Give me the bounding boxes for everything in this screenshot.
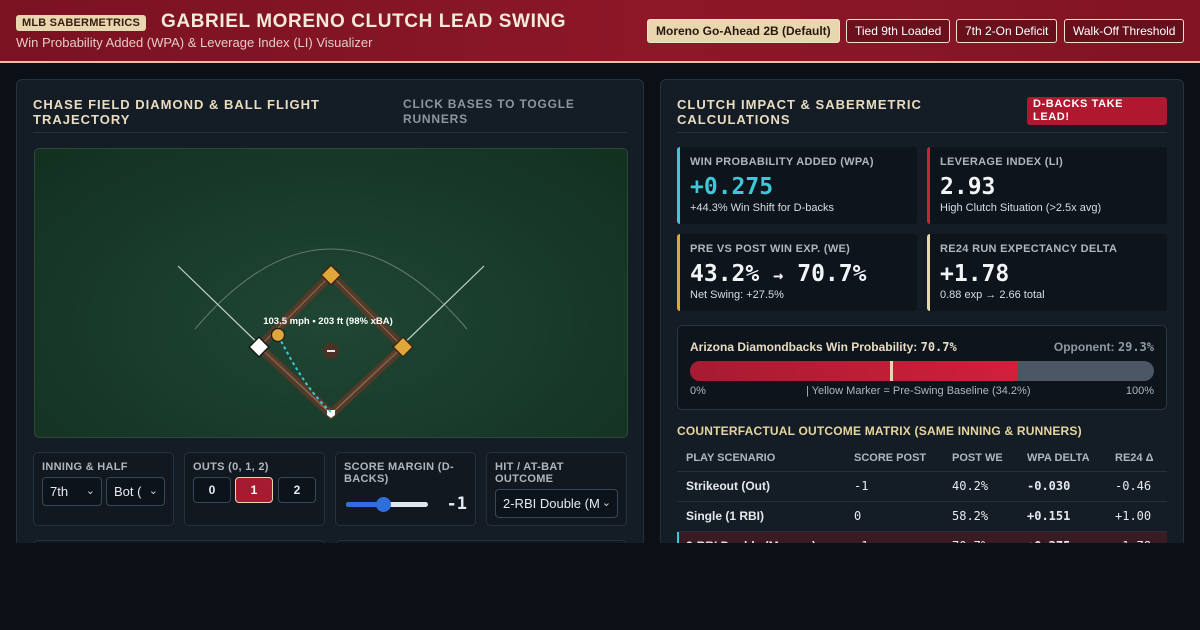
re24-delta-cell: +1.00	[1106, 501, 1167, 532]
we-label: PRE VS POST WIN EXP. (WE)	[690, 243, 851, 255]
chevron-down-icon: ⌄	[601, 497, 611, 509]
scenario-button-moreno-go-ahead[interactable]: Moreno Go-Ahead 2B (Default)	[647, 19, 840, 43]
table-row[interactable]: Single (1 RBI) 0 58.2% +0.151 +1.00	[677, 501, 1167, 532]
opponent-label: Opponent:	[1053, 340, 1115, 354]
opponent-value: 29.3%	[1117, 340, 1154, 354]
win-probability-fill	[690, 361, 1018, 381]
scale-min: 0%	[690, 385, 706, 397]
li-value: 2.93	[940, 174, 996, 200]
slider-thumb[interactable]	[376, 497, 391, 512]
diamond-panel-title: CHASE FIELD DIAMOND & BALL FLIGHT TRAJEC…	[33, 97, 320, 127]
we-value: 43.2% → 70.7%	[690, 261, 866, 287]
team-win-prob-value: 70.7%	[920, 340, 957, 354]
column-header: SCORE POST	[845, 445, 943, 472]
app-header: MLB SABERMETRICS GABRIEL MORENO CLUTCH L…	[0, 0, 1200, 63]
column-header: POST WE	[943, 445, 1018, 472]
wpa-delta-cell: -0.030	[1018, 471, 1106, 502]
chevron-down-icon: ⌄	[148, 485, 158, 497]
panel-divider	[33, 132, 627, 133]
re24-sub-pre: 0.88 exp	[940, 289, 983, 301]
score-post-cell: 0	[845, 501, 943, 532]
field-diagram: 103.5 mph • 203 ft (98% xBA)	[177, 248, 485, 421]
column-header: RE24 Δ	[1106, 445, 1167, 472]
baseline-marker	[890, 361, 893, 381]
we-pre-value: 43.2%	[690, 261, 760, 287]
re24-label: RE24 RUN EXPECTANCY DELTA	[940, 243, 1118, 255]
baseball-field: 103.5 mph • 203 ft (98% xBA)	[34, 148, 628, 438]
re24-delta-cell: -0.46	[1106, 471, 1167, 502]
page-title: GABRIEL MORENO CLUTCH LEAD SWING	[161, 11, 567, 32]
post-we-cell: 40.2%	[943, 471, 1018, 502]
li-sub: High Clutch Situation (>2.5x avg)	[940, 202, 1102, 214]
outcome-select[interactable]: 2-RBI Double (M ⌄	[495, 489, 618, 518]
half-inning-select[interactable]: Bot ( ⌄	[106, 477, 165, 506]
outcome-matrix-table: PLAY SCENARIO SCORE POST POST WE WPA DEL…	[677, 445, 1167, 548]
inning-label: INNING & HALF	[42, 461, 128, 473]
column-header: PLAY SCENARIO	[677, 445, 845, 472]
opponent-win-prob: Opponent: 29.3%	[1054, 340, 1154, 354]
clutch-impact-panel: CLUTCH IMPACT & SABERMETRIC CALCULATIONS…	[660, 79, 1184, 549]
re24-value: +1.78	[940, 261, 1010, 287]
scenario-cell: Strikeout (Out)	[677, 471, 845, 502]
scenario-cell: Single (1 RBI)	[677, 501, 845, 532]
outs-control: OUTS (0, 1, 2) 0 1 2	[184, 452, 325, 526]
inning-control: INNING & HALF 7th ⌄ Bot ( ⌄	[33, 452, 174, 526]
score-post-cell: -1	[845, 471, 943, 502]
panel-divider	[677, 132, 1167, 133]
matrix-title: COUNTERFACTUAL OUTCOME MATRIX (SAME INNI…	[677, 424, 1082, 438]
li-label: LEVERAGE INDEX (LI)	[940, 156, 1064, 168]
win-probability-box: Arizona Diamondbacks Win Probability: 70…	[677, 325, 1167, 410]
lead-status-badge: D-BACKS TAKE LEAD!	[1027, 97, 1167, 125]
half-select-value: Bot (	[114, 484, 142, 499]
scale-note: | Yellow Marker = Pre-Swing Baseline (34…	[806, 385, 1031, 397]
team-win-prob: Arizona Diamondbacks Win Probability: 70…	[690, 340, 957, 354]
win-expectancy-card: PRE VS POST WIN EXP. (WE) 43.2% → 70.7% …	[677, 234, 917, 311]
outcome-control: HIT / AT-BAT OUTCOME 2-RBI Double (M ⌄	[486, 452, 627, 526]
scale-max: 100%	[1125, 385, 1154, 397]
outs-2-button[interactable]: 2	[278, 477, 316, 503]
ball-flight-label: 103.5 mph • 203 ft (98% xBA)	[263, 316, 393, 327]
table-header-row: PLAY SCENARIO SCORE POST POST WE WPA DEL…	[677, 445, 1167, 472]
scenario-button-7th-2-on-deficit[interactable]: 7th 2-On Deficit	[956, 19, 1058, 43]
wpa-sub: +44.3% Win Shift for D-backs	[690, 202, 834, 214]
wpa-label: WIN PROBABILITY ADDED (WPA)	[690, 156, 874, 168]
wpa-card: WIN PROBABILITY ADDED (WPA) +0.275 +44.3…	[677, 147, 917, 224]
wpa-delta-cell: +0.151	[1018, 501, 1106, 532]
win-probability-bar	[690, 361, 1154, 381]
ball-landing-marker	[270, 327, 286, 343]
outs-1-button[interactable]: 1	[235, 477, 273, 503]
inning-select-value: 7th	[50, 484, 69, 499]
outcome-label: HIT / AT-BAT OUTCOME	[495, 461, 564, 485]
scenario-button-walk-off-threshold[interactable]: Walk-Off Threshold	[1064, 19, 1185, 43]
column-header: WPA DELTA	[1018, 445, 1106, 472]
chevron-down-icon: ⌄	[85, 485, 95, 497]
arrow-right-icon: →	[985, 289, 997, 301]
clutch-panel-title: CLUTCH IMPACT & SABERMETRIC CALCULATIONS	[677, 97, 922, 127]
we-sub: Net Swing: +27.5%	[690, 289, 784, 301]
score-margin-value: -1	[446, 494, 467, 514]
post-we-cell: 58.2%	[943, 501, 1018, 532]
re24-sub-post: 2.66 total	[999, 289, 1045, 301]
outs-0-button[interactable]: 0	[193, 477, 231, 503]
page-background-bottom	[0, 543, 1200, 630]
arrow-right-icon: →	[773, 266, 784, 286]
category-badge: MLB SABERMETRICS	[16, 15, 147, 31]
re24-card: RE24 RUN EXPECTANCY DELTA +1.78 0.88 exp…	[927, 234, 1167, 311]
score-margin-slider[interactable]	[346, 497, 428, 512]
team-win-prob-label: Arizona Diamondbacks Win Probability:	[690, 340, 918, 354]
page-subtitle: Win Probability Added (WPA) & Leverage I…	[16, 35, 373, 50]
re24-sub: 0.88 exp → 2.66 total	[940, 289, 1045, 301]
toggle-runners-hint: CLICK BASES TO TOGGLE RUNNERS	[403, 97, 575, 126]
table-row[interactable]: Strikeout (Out) -1 40.2% -0.030 -0.46	[677, 471, 1167, 502]
diamond-panel: CHASE FIELD DIAMOND & BALL FLIGHT TRAJEC…	[16, 79, 644, 549]
scenario-button-tied-9th-loaded[interactable]: Tied 9th Loaded	[846, 19, 951, 43]
score-margin-label: SCORE MARGIN (D-BACKS)	[344, 461, 454, 485]
we-post-value: 70.7%	[797, 261, 867, 287]
inning-select[interactable]: 7th ⌄	[42, 477, 102, 506]
leverage-index-card: LEVERAGE INDEX (LI) 2.93 High Clutch Sit…	[927, 147, 1167, 224]
wpa-value: +0.275	[690, 174, 774, 200]
score-margin-control: SCORE MARGIN (D-BACKS) -1	[335, 452, 476, 526]
outs-label: OUTS (0, 1, 2)	[193, 461, 269, 473]
outcome-select-value: 2-RBI Double (M	[503, 496, 600, 511]
